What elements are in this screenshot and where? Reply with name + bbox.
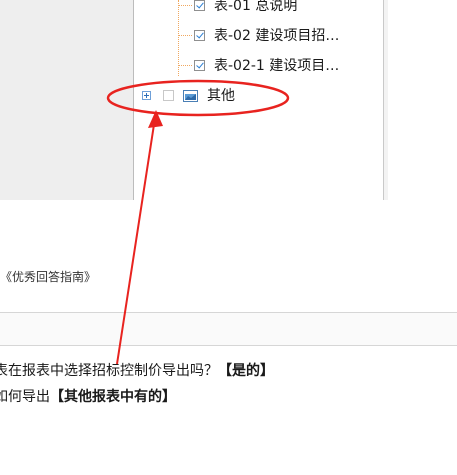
tree-item-table-02[interactable]: 表-02 建设项目招… (194, 25, 339, 45)
left-pane (0, 0, 133, 200)
report-tree-window: 表-01 总说明 表-02 建设项目招… 表-02-1 建设项目… 其他 (0, 0, 457, 200)
folder-icon (183, 89, 198, 102)
tree-item-table-01[interactable]: 表-01 总说明 (194, 0, 297, 15)
tree-item-label: 其他 (207, 88, 235, 104)
tree-connector-branch (178, 35, 192, 36)
tree-item-checkbox[interactable] (163, 89, 174, 101)
answer-bold: 【其他报表中有的】 (50, 389, 176, 405)
right-blank-area (388, 0, 457, 200)
guide-title: 《优秀回答指南》 (0, 270, 97, 284)
answer-text: 如何导出 (0, 389, 50, 405)
tree-item-label: 表-02-1 建设项目… (214, 58, 340, 74)
expand-plus-icon[interactable] (142, 90, 151, 100)
tree-item-checkbox[interactable] (194, 59, 205, 71)
answer-text: 表在报表中选择招标控制价导出吗？ (0, 363, 218, 379)
tree-item-label: 表-01 总说明 (214, 0, 298, 14)
tree-item-checkbox[interactable] (194, 29, 205, 41)
tree-item-label: 表-02 建设项目招… (214, 28, 340, 44)
answer-line-1: 表在报表中选择招标控制价导出吗？【是的】 (0, 360, 274, 380)
tree-item-other[interactable]: 其他 (142, 85, 235, 105)
tree-connector-branch (178, 65, 192, 66)
answer-bold: 【是的】 (218, 363, 274, 379)
separator-bar (0, 312, 457, 346)
tree-item-checkbox[interactable] (194, 0, 205, 11)
tree-connector-branch (178, 5, 192, 6)
tree-item-table-02-1[interactable]: 表-02-1 建设项目… (194, 55, 339, 75)
answer-line-2: 如何导出【其他报表中有的】 (0, 386, 176, 406)
